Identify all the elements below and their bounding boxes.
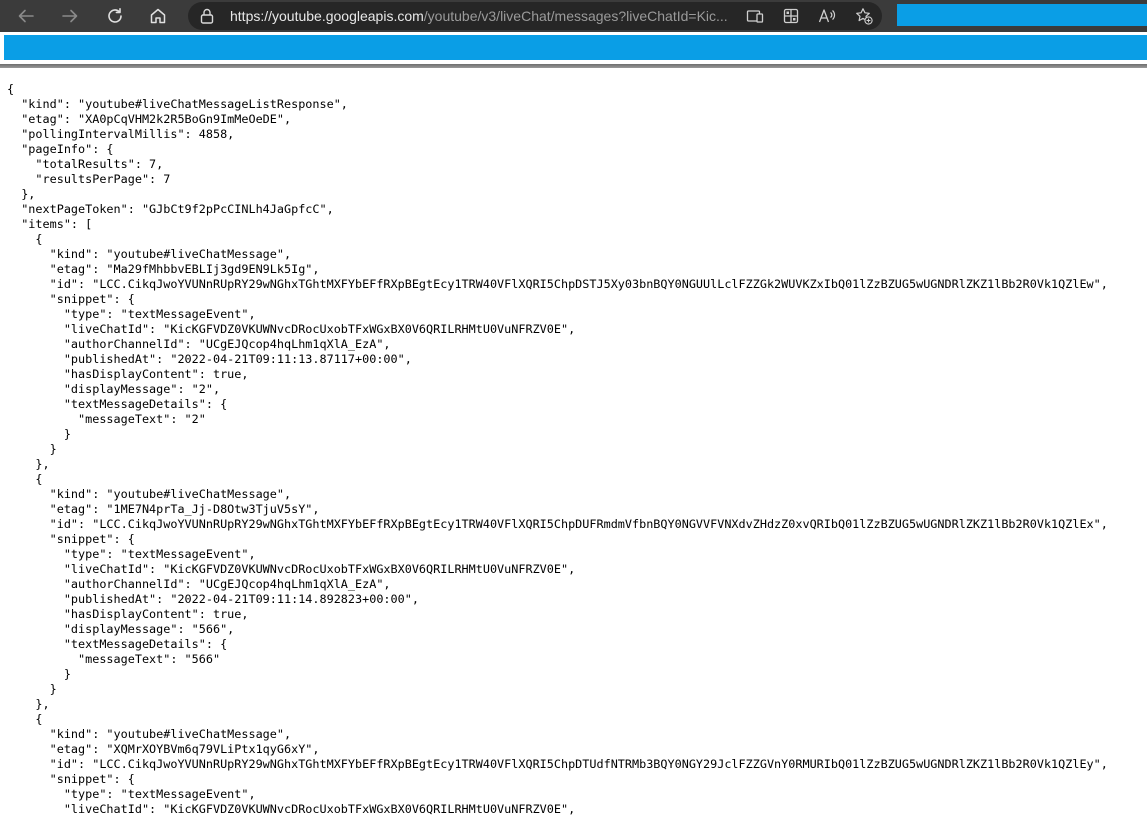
apps-icon[interactable] xyxy=(781,6,801,26)
home-icon xyxy=(149,7,167,25)
json-line: "publishedAt": "2022-04-21T09:11:13.8711… xyxy=(7,352,412,366)
json-line: "type": "textMessageEvent", xyxy=(7,787,256,801)
address-bar[interactable]: https://youtube.googleapis.com/youtube/v… xyxy=(188,2,882,30)
json-line: "totalResults": 7, xyxy=(7,157,164,171)
json-line: "textMessageDetails": { xyxy=(7,397,228,411)
json-line: } xyxy=(7,682,57,696)
json-line: "displayMessage": "2", xyxy=(7,382,221,396)
json-line: "messageText": "2" xyxy=(7,412,206,426)
json-line: }, xyxy=(7,457,50,471)
json-line: "hasDisplayContent": true, xyxy=(7,367,249,381)
json-response: { "kind": "youtube#liveChatMessageListRe… xyxy=(7,82,1108,817)
json-line: } xyxy=(7,667,71,681)
json-line: } xyxy=(7,442,57,456)
favorites-add-icon[interactable] xyxy=(854,6,874,26)
json-line: }, xyxy=(7,697,50,711)
json-line: "snippet": { xyxy=(7,532,135,546)
json-line: { xyxy=(7,472,43,486)
json-line: "type": "textMessageEvent", xyxy=(7,307,256,321)
json-line: } xyxy=(7,427,71,441)
url-host: https://youtube.googleapis.com xyxy=(230,8,424,24)
json-line: "textMessageDetails": { xyxy=(7,637,228,651)
home-button[interactable] xyxy=(144,2,172,30)
json-line: "items": [ xyxy=(7,217,93,231)
json-line: "snippet": { xyxy=(7,772,135,786)
json-line: "etag": "Ma29fMhbbvEBLIj3gd9EN9Lk5Ig", xyxy=(7,262,320,276)
json-line: }, xyxy=(7,187,36,201)
back-button[interactable] xyxy=(12,2,40,30)
banner-bar xyxy=(4,35,1147,60)
url-text[interactable]: https://youtube.googleapis.com/youtube/v… xyxy=(230,8,728,24)
json-line: "displayMessage": "566", xyxy=(7,622,235,636)
json-line: "resultsPerPage": 7 xyxy=(7,172,171,186)
json-line: "kind": "youtube#liveChatMessage", xyxy=(7,487,292,501)
json-line: "kind": "youtube#liveChatMessage", xyxy=(7,247,292,261)
json-line: "hasDisplayContent": true, xyxy=(7,607,249,621)
json-line: "snippet": { xyxy=(7,292,135,306)
extension-bar xyxy=(897,4,1147,26)
json-line: "id": "LCC.CikqJwoYVUNnRUpRY29wNGhxTGhtM… xyxy=(7,517,1108,531)
json-line: "pageInfo": { xyxy=(7,142,114,156)
read-aloud-icon[interactable] xyxy=(817,6,837,26)
refresh-icon xyxy=(106,7,124,25)
forward-button[interactable] xyxy=(56,2,84,30)
info-banner xyxy=(0,32,1147,67)
json-line: "kind": "youtube#liveChatMessage", xyxy=(7,727,292,741)
json-line: "liveChatId": "KicKGFVDZ0VKUWNvcDRocUxob… xyxy=(7,802,576,816)
json-line: { xyxy=(7,712,43,726)
json-line: "messageText": "566" xyxy=(7,652,221,666)
browser-toolbar: https://youtube.googleapis.com/youtube/v… xyxy=(0,0,1147,32)
json-line: "authorChannelId": "UCgEJQcop4hqLhm1qXlA… xyxy=(7,577,391,591)
json-line: { xyxy=(7,232,43,246)
json-line: "nextPageToken": "GJbCt9f2pPcCINLh4JaGpf… xyxy=(7,202,334,216)
json-line: "id": "LCC.CikqJwoYVUNnRUpRY29wNGhxTGhtM… xyxy=(7,757,1108,771)
json-line: "etag": "XQMrXOYBVm6q79VLiPtx1qyG6xY", xyxy=(7,742,320,756)
url-path: /youtube/v3/liveChat/messages?liveChatId… xyxy=(423,8,728,24)
json-line: "type": "textMessageEvent", xyxy=(7,547,256,561)
json-line: "kind": "youtube#liveChatMessageListResp… xyxy=(7,97,348,111)
json-line: "pollingIntervalMillis": 4858, xyxy=(7,127,235,141)
json-line: "etag": "XA0pCqVHM2k2R5BoGn9ImMeOeDE", xyxy=(7,112,292,126)
json-line: "etag": "1ME7N4prTa_Jj-D8Otw3TjuV5sY", xyxy=(7,502,320,516)
forward-icon xyxy=(61,7,79,25)
json-line: { xyxy=(7,82,15,96)
back-icon xyxy=(17,7,35,25)
json-line: "publishedAt": "2022-04-21T09:11:14.8928… xyxy=(7,592,419,606)
json-line: "liveChatId": "KicKGFVDZ0VKUWNvcDRocUxob… xyxy=(7,322,576,336)
refresh-button[interactable] xyxy=(101,2,129,30)
lock-icon[interactable] xyxy=(200,8,214,29)
banner-divider xyxy=(0,64,1147,68)
json-line: "id": "LCC.CikqJwoYVUNnRUpRY29wNGhxTGhtM… xyxy=(7,277,1108,291)
json-line: "liveChatId": "KicKGFVDZ0VKUWNvcDRocUxob… xyxy=(7,562,576,576)
json-line: "authorChannelId": "UCgEJQcop4hqLhm1qXlA… xyxy=(7,337,391,351)
reader-view-icon[interactable] xyxy=(745,6,765,26)
